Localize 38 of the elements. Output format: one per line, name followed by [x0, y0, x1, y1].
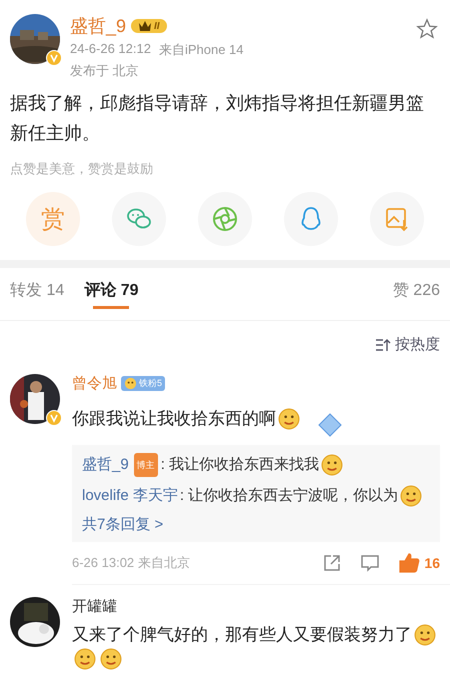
reply-author[interactable]: 盛哲_9	[82, 454, 129, 476]
verified-icon	[46, 50, 62, 66]
aperture-icon	[211, 205, 239, 233]
emoji-icon	[321, 454, 344, 476]
post-time: 24-6-26 12:12	[70, 41, 151, 58]
comment-meta: 6-26 13:02 来自北京	[72, 554, 191, 572]
star-icon[interactable]	[416, 18, 438, 40]
comment-text: : 我让你收拾东西来找我	[160, 455, 320, 475]
post-text: 据我了解，邱彪指导请辞，刘炜指导将担任新疆男篮新任主帅。	[9, 92, 425, 145]
sort-button[interactable]: 按热度	[375, 335, 440, 354]
commenter-name[interactable]: 曾令旭	[72, 374, 117, 393]
comment-icon[interactable]	[360, 553, 380, 573]
diamond-icon	[316, 411, 344, 439]
emoji-icon	[400, 485, 422, 507]
emoji-icon	[74, 648, 96, 670]
author-badge: 博主	[134, 453, 158, 477]
author-name[interactable]: 盛哲_9	[70, 14, 126, 38]
fan-badge: 铁粉5	[121, 376, 166, 391]
emoji-icon	[414, 624, 436, 646]
post-location: 发布于 北京	[70, 62, 139, 80]
emoji-icon	[100, 648, 122, 670]
level-badge: II	[131, 19, 167, 33]
tab[interactable]: 赞 226	[392, 280, 440, 309]
comment-text: 你跟我说让我收拾东西的啊	[72, 408, 276, 430]
verified-icon	[46, 410, 62, 426]
post-source: 来自iPhone 14	[158, 41, 244, 59]
tab[interactable]: 转发 14	[10, 280, 64, 309]
commenter-name[interactable]: 开罐罐	[72, 597, 117, 616]
emoji-icon	[278, 408, 300, 430]
sort-icon	[375, 338, 391, 352]
like-button[interactable]: 16	[398, 552, 440, 574]
share-icon[interactable]	[322, 553, 342, 573]
reply-author[interactable]: lovelife 李天宇	[82, 485, 178, 507]
comment-text: 又来了个脾气好的，那有些人又要假装努力了	[72, 624, 412, 646]
comment-text: : 让你收拾东西去宁波呢，你以为	[180, 486, 398, 506]
more-replies-link[interactable]: 共7条回复 >	[82, 515, 430, 534]
tab[interactable]: 评论 79	[84, 280, 138, 312]
reward-hint: 点赞是美意，赞赏是鼓励	[9, 160, 154, 178]
